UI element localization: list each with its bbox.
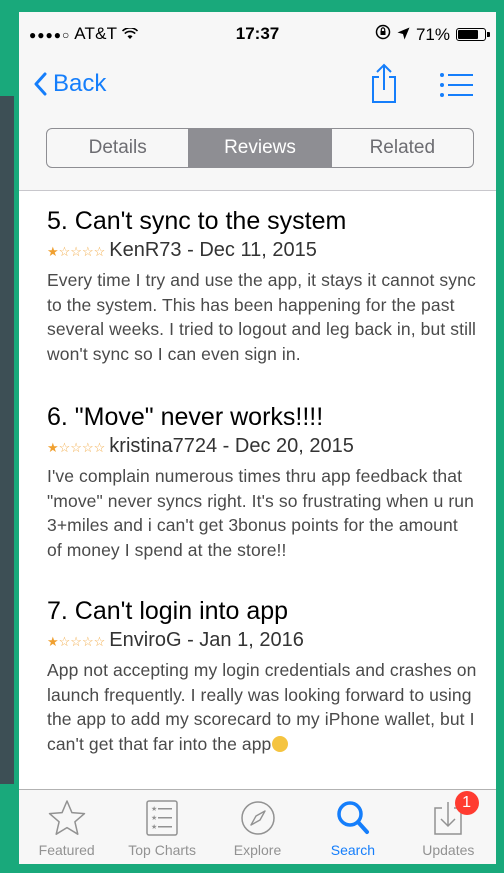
segmented-control: Details Reviews Related (46, 128, 474, 168)
battery-percent: 71% (415, 24, 450, 44)
background-panel (0, 96, 14, 784)
review-title: 7. Can't login into app (47, 597, 289, 625)
review-meta: ★☆☆☆☆ kristina7724 - Dec 20, 2015 (47, 434, 477, 460)
rating-stars: ★☆☆☆☆ (47, 634, 106, 649)
reviews-list[interactable]: 5. Can't sync to the system ★☆☆☆☆ KenR73… (19, 191, 496, 789)
back-label: Back (53, 70, 107, 97)
tab-label: Featured (38, 842, 95, 858)
review-item: 5. Can't sync to the system ★☆☆☆☆ KenR73… (47, 206, 477, 366)
tab-explore[interactable]: Explore (210, 790, 305, 864)
tab-top-charts[interactable]: ★ ★ ★ Top Charts (114, 790, 209, 864)
navigation-bar: Back (19, 52, 496, 118)
chevron-left-icon (33, 72, 47, 97)
tab-bar: Featured ★ ★ ★ Top Charts Explore Search 1… (19, 789, 496, 864)
rotation-lock-icon (375, 24, 391, 45)
tab-label: Search (330, 842, 376, 858)
tab-updates[interactable]: 1 Updates (401, 790, 496, 864)
tab-label: Explore (233, 842, 282, 858)
tab-related[interactable]: Related (330, 129, 473, 167)
tab-label: Updates (422, 842, 475, 858)
tab-reviews[interactable]: Reviews (188, 129, 331, 167)
pensive-emoji-icon (272, 735, 289, 752)
review-author-date: EnviroG - Jan 1, 2016 (109, 629, 304, 651)
review-body: App not accepting my login credentials a… (47, 658, 477, 756)
segment-bar: Details Reviews Related (19, 118, 496, 191)
svg-text:★: ★ (151, 814, 157, 822)
rating-stars: ★☆☆☆☆ (47, 440, 106, 455)
rating-stars: ★☆☆☆☆ (47, 244, 106, 259)
compass-icon (240, 801, 275, 835)
review-body: Every time I try and use the app, it sta… (47, 270, 477, 364)
back-button[interactable]: Back (33, 70, 106, 98)
tab-search[interactable]: Search (305, 790, 400, 864)
updates-badge: 1 (454, 791, 479, 815)
search-icon (337, 801, 369, 834)
review-item: 6. "Move" never works!!!! ★☆☆☆☆ kristina… (47, 402, 477, 562)
location-icon (397, 25, 410, 45)
review-title: 6. "Move" never works!!!! (47, 403, 324, 431)
review-author-date: kristina7724 - Dec 20, 2015 (109, 435, 354, 457)
review-meta: ★☆☆☆☆ KenR73 - Dec 11, 2015 (47, 238, 477, 264)
review-item: 7. Can't login into app ★☆☆☆☆ EnviroG - … (47, 596, 477, 756)
share-icon[interactable] (367, 62, 401, 106)
review-author-date: KenR73 - Dec 11, 2015 (109, 239, 317, 261)
svg-text:★: ★ (151, 805, 157, 813)
battery-icon (456, 28, 490, 41)
tab-details[interactable]: Details (47, 129, 188, 167)
tab-label: Top Charts (128, 842, 196, 858)
review-meta: ★☆☆☆☆ EnviroG - Jan 1, 2016 (47, 628, 477, 654)
review-body-text: App not accepting my login credentials a… (47, 660, 477, 754)
star-icon (48, 800, 85, 835)
top-charts-icon: ★★★ (146, 800, 178, 836)
review-title: 5. Can't sync to the system (47, 207, 347, 235)
svg-text:★: ★ (151, 823, 157, 831)
tab-featured[interactable]: Featured (19, 790, 114, 864)
list-icon[interactable] (439, 72, 473, 98)
status-bar: ●●●●○ AT&T 17:37 71% (19, 12, 496, 52)
review-body: I've complain numerous times thru app fe… (47, 466, 474, 560)
phone-screen: ●●●●○ AT&T 17:37 71% Back Details Review… (19, 12, 496, 864)
status-right: 71% (375, 24, 490, 45)
